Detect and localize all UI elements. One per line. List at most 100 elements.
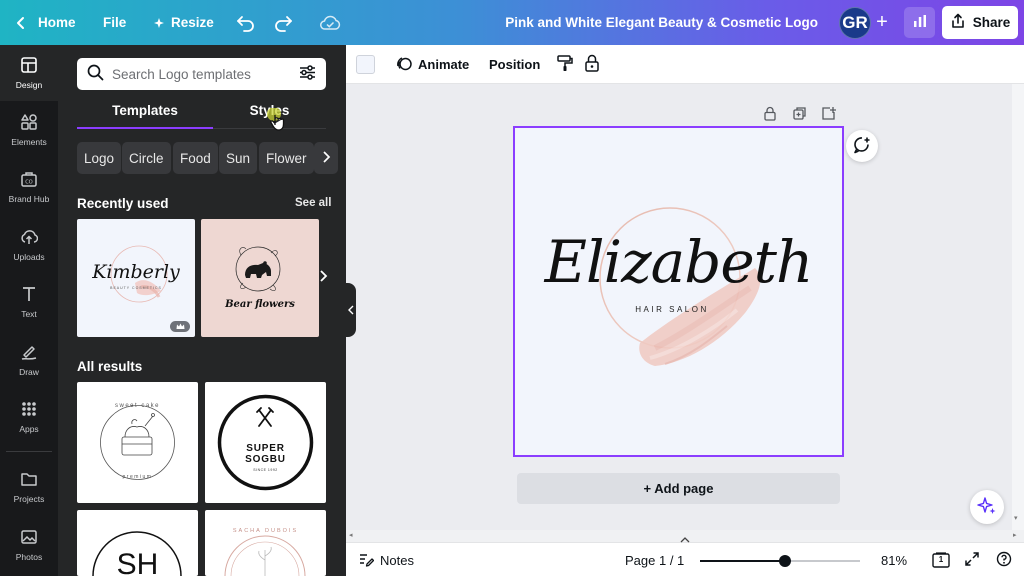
top-bar: Home File Resize Pink and White Elegant …	[0, 0, 1024, 45]
template-search[interactable]	[77, 58, 326, 90]
file-menu-button[interactable]: File	[103, 0, 126, 45]
notes-button[interactable]: Notes	[358, 543, 414, 576]
style-paint-button[interactable]	[556, 45, 574, 84]
lock-page-icon[interactable]	[763, 106, 779, 122]
sacha-dubois-ring-text: SACHA DUBOIS	[232, 528, 299, 534]
animate-icon	[396, 55, 413, 75]
resize-button[interactable]: Resize	[153, 0, 214, 45]
chip-sun[interactable]: Sun	[219, 142, 258, 174]
notes-label: Notes	[380, 552, 414, 568]
comment-button[interactable]	[846, 130, 878, 162]
chip-food[interactable]: Food	[173, 142, 218, 174]
upload-icon	[20, 228, 39, 248]
super-sogbu-line3: SINCE 1992	[253, 468, 278, 472]
duplicate-page-icon[interactable]	[792, 106, 808, 122]
bear-flowers-script: Bear flowers	[225, 299, 295, 310]
expand-pages-button[interactable]	[679, 534, 691, 543]
lock-button[interactable]	[584, 45, 600, 84]
rail-item-draw[interactable]: Draw	[0, 332, 58, 388]
collapse-panel-button[interactable]	[346, 283, 356, 337]
rail-item-photos[interactable]: Photos	[0, 517, 58, 573]
sparkles-icon	[977, 496, 997, 519]
kimberly-script: Kimberly	[92, 261, 180, 283]
home-button[interactable]: Home	[14, 0, 76, 45]
recent-template-bear-flowers[interactable]: Bear flowers	[201, 219, 319, 337]
logo-script-text[interactable]: Elizabeth	[515, 228, 842, 296]
tab-templates[interactable]: Templates	[77, 103, 213, 129]
zoom-level[interactable]: 81%	[881, 543, 907, 576]
search-icon	[87, 64, 104, 84]
rail-label-elements: Elements	[11, 137, 47, 147]
background-color-swatch[interactable]	[356, 55, 375, 74]
vertical-scrollbar[interactable]: ▾	[1012, 84, 1024, 530]
add-collaborator-button[interactable]: +	[872, 10, 892, 34]
help-icon	[996, 551, 1012, 570]
rail-item-design[interactable]: Design	[0, 45, 58, 101]
cloud-save-button[interactable]	[319, 0, 341, 45]
rail-item-apps[interactable]: Apps	[0, 389, 58, 445]
share-button[interactable]: Share	[942, 6, 1018, 39]
zoom-slider-fill	[700, 560, 785, 562]
chip-circle[interactable]: Circle	[122, 142, 171, 174]
chip-flower[interactable]: Flower	[259, 142, 314, 174]
scroll-down-arrow-icon[interactable]: ▾	[1014, 514, 1018, 522]
apps-icon	[20, 400, 38, 420]
sweet-cake-artwork	[100, 405, 175, 480]
scroll-right-arrow-icon[interactable]: ▸	[1013, 531, 1017, 539]
rail-item-text[interactable]: Text	[0, 274, 58, 330]
expand-icon	[964, 551, 980, 570]
design-page[interactable]: Elizabeth HAIR SALON	[513, 126, 844, 457]
see-all-link[interactable]: See all	[295, 197, 331, 209]
templates-panel: Templates Styles Logo Circle Food Sun Fl…	[58, 45, 346, 576]
rail-label-photos: Photos	[15, 552, 43, 562]
file-label: File	[103, 15, 127, 30]
help-button[interactable]	[996, 543, 1012, 576]
pages-icon: 1	[932, 552, 950, 568]
undo-button[interactable]	[236, 0, 256, 45]
avatar[interactable]: GR	[839, 7, 871, 39]
magic-assistant-button[interactable]	[970, 490, 1004, 524]
plus-icon: +	[876, 10, 888, 33]
add-page-icon[interactable]	[821, 106, 837, 122]
position-button[interactable]: Position	[489, 45, 540, 84]
page-grid-button[interactable]: 1	[932, 543, 950, 576]
animate-button[interactable]: Animate	[396, 45, 469, 84]
comment-add-icon	[853, 136, 871, 157]
recently-used-heading: Recently used	[77, 196, 169, 211]
chips-next-button[interactable]	[314, 142, 338, 174]
scroll-left-arrow-icon[interactable]: ◂	[349, 531, 353, 539]
sweet-cake-bottom-text: premium	[122, 474, 153, 480]
result-template-sh-monogram[interactable]: SH	[77, 510, 198, 576]
result-template-sacha-dubois[interactable]: SACHA DUBOIS	[205, 510, 326, 576]
result-template-sweet-cake[interactable]: sweet cake premium	[77, 382, 198, 503]
photos-icon	[20, 528, 38, 548]
recent-template-kimberly[interactable]: Kimberly BEAUTY COSMETICS	[77, 219, 195, 337]
share-label: Share	[972, 15, 1011, 30]
redo-button[interactable]	[273, 0, 293, 45]
document-title[interactable]: Pink and White Elegant Beauty & Cosmetic…	[505, 0, 818, 45]
bear-flowers-artwork	[235, 246, 281, 292]
page-indicator[interactable]: Page 1 / 1	[625, 543, 684, 576]
chip-logo[interactable]: Logo	[77, 142, 122, 174]
design-icon	[20, 56, 38, 76]
rail-item-projects[interactable]: Projects	[0, 459, 58, 515]
insights-button[interactable]	[904, 7, 935, 38]
zoom-slider-handle[interactable]	[778, 555, 791, 567]
rail-label-draw: Draw	[19, 367, 39, 377]
rail-item-uploads[interactable]: Uploads	[0, 217, 58, 273]
fullscreen-button[interactable]	[964, 543, 980, 576]
rail-item-brand-hub[interactable]: CO Brand Hub	[0, 159, 58, 215]
recent-next-button[interactable]	[312, 249, 334, 305]
add-page-button[interactable]: + Add page	[517, 473, 840, 504]
animate-label: Animate	[418, 57, 470, 72]
rail-item-elements[interactable]: Elements	[0, 102, 58, 158]
rail-label-text: Text	[21, 309, 37, 319]
search-input[interactable]	[112, 66, 291, 82]
position-label: Position	[489, 57, 541, 72]
logo-subtitle-text[interactable]: HAIR SALON	[515, 305, 829, 314]
result-template-super-sogbu[interactable]: SUPER SOGBU SINCE 1992	[205, 382, 326, 503]
side-rail: Design Elements CO Brand Hub Uploads Tex…	[0, 45, 58, 576]
zoom-slider[interactable]	[700, 555, 860, 567]
all-results-heading: All results	[77, 359, 143, 374]
filter-icon[interactable]	[299, 65, 316, 83]
